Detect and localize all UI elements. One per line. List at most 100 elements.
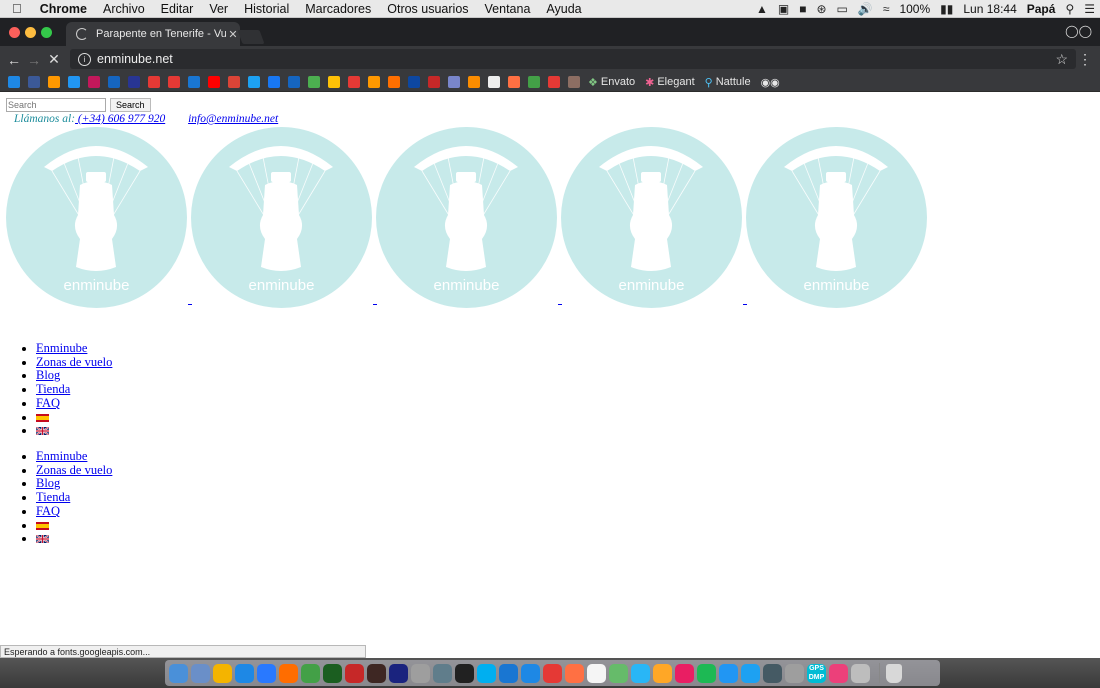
dock-app-icon[interactable]: [257, 663, 276, 683]
bookmark-favicon-icon[interactable]: [28, 76, 40, 88]
bookmark-favicon-icon[interactable]: [148, 76, 160, 88]
nav-link[interactable]: Tienda: [36, 490, 70, 504]
bookmark-favicon-icon[interactable]: [488, 76, 500, 88]
bookmark-favicon-icon[interactable]: [188, 76, 200, 88]
nav-item-lang-en[interactable]: [36, 532, 112, 546]
nav-link[interactable]: Zonas de vuelo: [36, 463, 112, 477]
dock-app-icon[interactable]: [499, 663, 518, 683]
bookmark-favicon-icon[interactable]: [408, 76, 420, 88]
volume-icon[interactable]: 🔊: [853, 2, 878, 16]
bookmark-favicon-icon[interactable]: [288, 76, 300, 88]
dock-app-icon[interactable]: [169, 663, 188, 683]
menu-app-name[interactable]: Chrome: [32, 2, 95, 16]
dock-app-icon[interactable]: [587, 663, 606, 683]
search-input[interactable]: [6, 98, 106, 112]
minimize-window-button[interactable]: [25, 27, 36, 38]
dock-app-icon[interactable]: [719, 663, 738, 683]
dock-app-icon[interactable]: [697, 663, 716, 683]
phone-link[interactable]: (+34) 606 977 920: [75, 113, 165, 125]
dock-app-icon[interactable]: [631, 663, 650, 683]
dock-app-icon[interactable]: [741, 663, 760, 683]
dock-app-icon[interactable]: [829, 663, 848, 683]
bookmark-favicon-icon[interactable]: [168, 76, 180, 88]
notification-center-icon[interactable]: ☰: [1079, 2, 1100, 16]
airplay-icon[interactable]: ▭: [832, 2, 853, 16]
dock-app-icon[interactable]: [367, 663, 386, 683]
menu-otros-usuarios[interactable]: Otros usuarios: [379, 2, 476, 16]
bookmark-favicon-icon[interactable]: [388, 76, 400, 88]
bookmark-favicon-icon[interactable]: [528, 76, 540, 88]
close-window-button[interactable]: [9, 27, 20, 38]
forward-button[interactable]: →: [24, 52, 44, 68]
bookmark-favicon-icon[interactable]: [348, 76, 360, 88]
nav-link[interactable]: FAQ: [36, 396, 60, 410]
search-button[interactable]: Search: [110, 98, 151, 112]
bookmark-favicon-icon[interactable]: [448, 76, 460, 88]
bookmark-favicon-icon[interactable]: [68, 76, 80, 88]
bookmark-favicon-icon[interactable]: [568, 76, 580, 88]
logo-link[interactable]: enminube: [6, 127, 187, 308]
clock[interactable]: Lun 18:44: [958, 2, 1021, 16]
bookmark-tripadvisor-icon[interactable]: ◉◉: [761, 76, 780, 89]
menu-ver[interactable]: Ver: [201, 2, 236, 16]
dock-app-icon[interactable]: [763, 663, 782, 683]
dock-app-icon[interactable]: [543, 663, 562, 683]
bookmark-favicon-icon[interactable]: [208, 76, 220, 88]
address-bar[interactable]: i enminube.net ☆: [70, 49, 1076, 69]
chrome-menu-icon[interactable]: ⋮: [1078, 51, 1092, 68]
dock-app-icon[interactable]: [675, 663, 694, 683]
nav-link[interactable]: Enminube: [36, 341, 87, 355]
bookmark-favicon-icon[interactable]: [48, 76, 60, 88]
bookmark-favicon-icon[interactable]: [328, 76, 340, 88]
bookmark-favicon-icon[interactable]: [88, 76, 100, 88]
bookmark-favicon-icon[interactable]: [8, 76, 20, 88]
battery-percent[interactable]: 100%: [894, 2, 935, 16]
logo-link[interactable]: enminube: [561, 127, 742, 308]
url-text[interactable]: enminube.net: [97, 52, 173, 66]
dock-app-icon[interactable]: [609, 663, 628, 683]
menu-editar[interactable]: Editar: [153, 2, 202, 16]
bookmark-favicon-icon[interactable]: [108, 76, 120, 88]
bookmark-envato[interactable]: ❖ Envato: [588, 76, 635, 89]
email-link[interactable]: info@enminube.net: [188, 113, 278, 125]
dock-app-icon[interactable]: [477, 663, 496, 683]
bluetooth-icon[interactable]: ⊛: [811, 2, 831, 16]
dock-app-icon[interactable]: [213, 663, 232, 683]
menu-archivo[interactable]: Archivo: [95, 2, 153, 16]
dock-app-icon[interactable]: [851, 663, 870, 683]
bookmark-favicon-icon[interactable]: [248, 76, 260, 88]
zoom-window-button[interactable]: [41, 27, 52, 38]
logo-link[interactable]: enminube: [376, 127, 557, 308]
menu-historial[interactable]: Historial: [236, 2, 297, 16]
dock-app-icon[interactable]: [653, 663, 672, 683]
incognito-icon[interactable]: ◯◯: [1065, 24, 1092, 38]
stop-button[interactable]: ✕: [44, 51, 64, 68]
dock-app-icon[interactable]: [521, 663, 540, 683]
bookmark-favicon-icon[interactable]: [268, 76, 280, 88]
spotlight-icon[interactable]: ⚲: [1060, 2, 1079, 16]
dock-app-icon[interactable]: [411, 663, 430, 683]
bookmark-favicon-icon[interactable]: [128, 76, 140, 88]
display-icon[interactable]: ▣: [773, 2, 794, 16]
bookmark-elegant[interactable]: ✱ Elegant: [645, 76, 695, 89]
menu-ventana[interactable]: Ventana: [477, 2, 539, 16]
tab-active[interactable]: Parapente en Tenerife - Vuelos ✕: [66, 22, 240, 46]
bookmark-nattule[interactable]: ⚲ Nattule: [705, 76, 751, 89]
battery-icon[interactable]: ▮▮: [935, 2, 958, 16]
bookmark-favicon-icon[interactable]: [428, 76, 440, 88]
dock-app-icon[interactable]: [455, 663, 474, 683]
drive-icon[interactable]: ▲: [751, 2, 773, 16]
bookmark-favicon-icon[interactable]: [508, 76, 520, 88]
new-tab-button[interactable]: [237, 30, 265, 44]
bookmark-favicon-icon[interactable]: [548, 76, 560, 88]
bookmark-favicon-icon[interactable]: [468, 76, 480, 88]
wifi-icon[interactable]: ≈: [878, 2, 895, 16]
dock-app-icon[interactable]: [565, 663, 584, 683]
evernote-icon[interactable]: ■: [794, 2, 811, 16]
bookmark-favicon-icon[interactable]: [308, 76, 320, 88]
nav-item-lang-es[interactable]: [36, 411, 112, 425]
dock-app-icon[interactable]: [279, 663, 298, 683]
dock-app-icon[interactable]: [345, 663, 364, 683]
logo-link[interactable]: enminube: [191, 127, 372, 308]
user-name[interactable]: Papá: [1022, 2, 1061, 16]
